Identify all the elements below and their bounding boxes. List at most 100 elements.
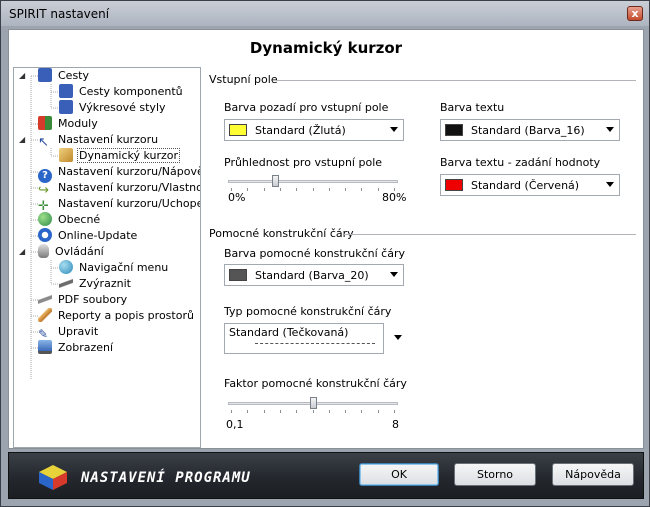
tree-item-kurzor-uchopeni[interactable]: ✛ Nastavení kurzoru/Uchopení bbox=[38, 196, 200, 214]
input-text-color-value: Standard (Červená) bbox=[471, 179, 580, 192]
transparency-max: 80% bbox=[382, 191, 407, 204]
books-icon bbox=[59, 84, 73, 98]
tree-item-ovladani[interactable]: Ovládání bbox=[38, 244, 106, 260]
bg-color-combo[interactable]: Standard (Žlutá) bbox=[224, 119, 404, 141]
expand-ovladani-icon[interactable]: ◢ bbox=[19, 248, 27, 256]
line-color-swatch bbox=[229, 269, 247, 281]
section-title-input: Vstupní pole bbox=[209, 73, 278, 86]
app-logo-icon bbox=[39, 465, 67, 490]
slider-tick bbox=[378, 188, 379, 191]
ok-button[interactable]: OK bbox=[359, 463, 439, 486]
chevron-down-icon bbox=[606, 182, 614, 187]
update-icon bbox=[38, 228, 52, 242]
slider-tick bbox=[378, 410, 379, 413]
edit-icon: ✎ bbox=[38, 327, 49, 341]
slider-track bbox=[228, 180, 398, 183]
tree-item-online-update[interactable]: Online-Update bbox=[38, 228, 139, 244]
slider-tick bbox=[280, 188, 281, 191]
line-factor-max: 8 bbox=[392, 418, 399, 431]
section-divider bbox=[344, 234, 636, 235]
tree-item-upravit[interactable]: ✎ Upravit bbox=[38, 324, 100, 341]
tree-item-nastaveni-kurzoru[interactable]: ↖ Nastavení kurzoru bbox=[38, 132, 160, 150]
section-title-lines: Pomocné konstrukční čáry bbox=[209, 227, 354, 240]
input-text-color-combo[interactable]: Standard (Červená) bbox=[440, 174, 620, 196]
ruler-icon bbox=[59, 148, 73, 162]
text-color-swatch bbox=[445, 124, 463, 136]
tree-item-kurzor-vlastnosti[interactable]: ↪ Nastavení kurzoru/Vlastnosti bbox=[38, 180, 200, 198]
cancel-button[interactable]: Storno bbox=[454, 463, 536, 486]
tree-item-vykresove-styly[interactable]: Výkresové styly bbox=[59, 100, 168, 116]
slider-tick bbox=[296, 188, 297, 191]
tree-item-moduly[interactable]: Moduly bbox=[38, 116, 100, 132]
text-color-combo[interactable]: Standard (Barva_16) bbox=[440, 119, 620, 141]
pen-icon bbox=[59, 276, 73, 290]
settings-window: SPIRIT nastavení x Dynamický kurzor ◢ Ce… bbox=[0, 0, 650, 507]
bg-color-label: Barva pozadí pro vstupní pole bbox=[224, 101, 389, 114]
settings-tree[interactable]: ◢ Cesty Cesty komponentů Výkresové styly… bbox=[13, 67, 201, 448]
slider-tick bbox=[264, 188, 265, 191]
slider-tick bbox=[329, 188, 330, 191]
line-factor-slider[interactable] bbox=[228, 394, 404, 414]
footer-bar: NASTAVENÍ PROGRAMU OK Storno Nápověda bbox=[8, 452, 644, 499]
slider-tick bbox=[296, 410, 297, 413]
tree-item-cesty-komponentu[interactable]: Cesty komponentů bbox=[59, 84, 185, 100]
slider-tick bbox=[247, 188, 248, 191]
bg-color-swatch bbox=[229, 124, 247, 136]
title-bar[interactable]: SPIRIT nastavení x bbox=[1, 1, 649, 26]
tree-item-navigacni-menu[interactable]: Navigační menu bbox=[59, 260, 170, 276]
cursor-icon: ↖ bbox=[38, 135, 49, 150]
expand-cesty-icon[interactable]: ◢ bbox=[19, 72, 27, 80]
text-color-value: Standard (Barva_16) bbox=[471, 124, 585, 137]
tree-item-kurzor-napoveda[interactable]: ?Nastavení kurzoru/Nápověda bbox=[38, 164, 200, 183]
line-color-value: Standard (Barva_20) bbox=[255, 269, 369, 282]
input-text-color-label: Barva textu - zadání hodnoty bbox=[440, 156, 601, 169]
brand-title: NASTAVENÍ PROGRAMU bbox=[81, 470, 251, 486]
slider-tick bbox=[313, 188, 314, 191]
modules-icon bbox=[38, 116, 52, 130]
slider-tick bbox=[345, 410, 346, 413]
slider-tick bbox=[361, 188, 362, 191]
slider-tick bbox=[231, 410, 232, 413]
dotted-line-preview bbox=[255, 343, 375, 344]
globe-icon bbox=[59, 260, 73, 274]
line-color-combo[interactable]: Standard (Barva_20) bbox=[224, 264, 404, 286]
books-icon bbox=[59, 100, 73, 114]
tree-item-dynamicky-kurzor[interactable]: Dynamický kurzor bbox=[59, 148, 181, 164]
tree-item-obecne[interactable]: Obecné bbox=[38, 212, 102, 228]
expand-kurzor-icon[interactable]: ◢ bbox=[19, 136, 27, 144]
transparency-slider[interactable] bbox=[228, 172, 404, 192]
slider-tick bbox=[361, 410, 362, 413]
line-type-value: Standard (Tečkovaná) bbox=[229, 326, 349, 339]
chevron-down-icon bbox=[390, 127, 398, 132]
line-factor-label: Faktor pomocné konstrukční čáry bbox=[224, 377, 407, 390]
monitor-icon bbox=[38, 340, 52, 354]
page-title: Dynamický kurzor bbox=[249, 39, 403, 57]
slider-tick bbox=[345, 188, 346, 191]
settings-panel: Vstupní pole Barva pozadí pro vstupní po… bbox=[204, 67, 642, 448]
line-color-label: Barva pomocné konstrukční čáry bbox=[224, 247, 405, 260]
pencil-icon bbox=[38, 308, 52, 322]
tree-item-zvyraznit[interactable]: Zvýraznit bbox=[59, 276, 133, 292]
tree-item-pdf-soubory[interactable]: PDF soubory bbox=[38, 292, 129, 308]
help-button[interactable]: Nápověda bbox=[552, 463, 634, 486]
chevron-down-icon bbox=[390, 272, 398, 277]
chevron-down-icon bbox=[606, 127, 614, 132]
slider-thumb[interactable] bbox=[272, 175, 279, 187]
section-divider bbox=[276, 80, 636, 81]
tree-item-cesty[interactable]: Cesty bbox=[38, 68, 91, 84]
slider-thumb[interactable] bbox=[310, 397, 317, 409]
globe-icon bbox=[38, 212, 52, 226]
tree-item-zobrazeni[interactable]: Zobrazení bbox=[38, 340, 115, 356]
close-button[interactable]: x bbox=[627, 6, 643, 21]
pdf-icon bbox=[38, 292, 52, 306]
slider-tick bbox=[280, 410, 281, 413]
slider-tick bbox=[394, 410, 395, 413]
line-type-combo[interactable]: Standard (Tečkovaná) bbox=[224, 323, 384, 354]
close-icon: x bbox=[631, 7, 639, 20]
tree-item-reporty[interactable]: Reporty a popis prostorů bbox=[38, 308, 196, 324]
chevron-down-icon[interactable] bbox=[394, 335, 402, 340]
input-text-color-swatch bbox=[445, 179, 463, 191]
slider-tick bbox=[329, 410, 330, 413]
slider-tick bbox=[313, 410, 314, 413]
mouse-icon bbox=[38, 244, 49, 258]
